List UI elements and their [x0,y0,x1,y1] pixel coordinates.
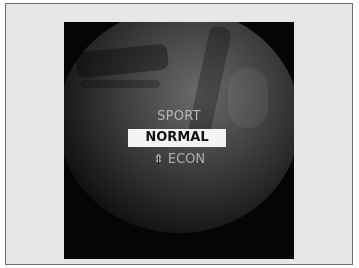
dashboard-shape [74,43,170,79]
figure-frame: SPORT NORMAL ECON [5,3,353,265]
drive-mode-display: SPORT NORMAL ECON [64,22,294,259]
leaf-icon [155,153,161,164]
mode-option-normal[interactable]: NORMAL [128,129,226,147]
dashboard-background [64,22,294,233]
econ-label: ECON [167,152,206,167]
mode-option-sport[interactable]: SPORT [64,109,294,124]
mode-option-econ[interactable]: ECON [64,152,294,167]
dashboard-shape [80,80,160,88]
